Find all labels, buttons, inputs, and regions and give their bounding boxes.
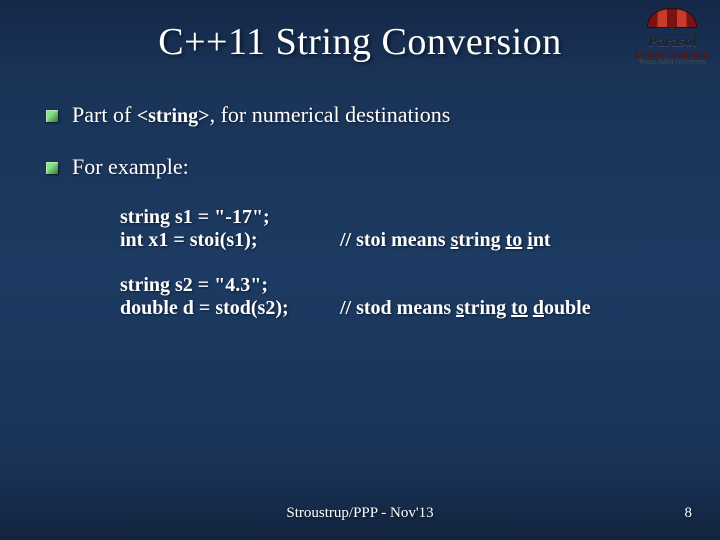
slide-content: Part of <string>, for numerical destinat… <box>0 64 720 320</box>
logo-affiliation: Texas A&M University <box>634 59 710 66</box>
logo-tagline: Smarter computing. <box>634 51 710 59</box>
bullet-icon <box>46 162 58 174</box>
code-block: string s1 = "-17"; int x1 = stoi(s1); //… <box>120 206 674 320</box>
page-number: 8 <box>685 505 693 522</box>
code-line: string s1 = "-17"; <box>120 206 674 229</box>
bullet-icon <box>46 110 58 122</box>
code-left: double d = stod(s2); <box>120 297 340 320</box>
code-left: int x1 = stoi(s1); <box>120 229 340 252</box>
bullet-item: Part of <string>, for numerical destinat… <box>46 102 674 128</box>
slide-title: C++11 String Conversion <box>0 0 720 64</box>
logo-brand: Parasol <box>634 35 710 51</box>
code-group-1: string s1 = "-17"; int x1 = stoi(s1); //… <box>120 206 674 252</box>
code-comment: // stoi means string to int <box>340 229 551 252</box>
code-line: string s2 = "4.3"; <box>120 274 674 297</box>
bullet-text: For example: <box>72 154 189 180</box>
code-left: string s2 = "4.3"; <box>120 274 340 297</box>
bullet-suffix: , for numerical destinations <box>210 102 451 127</box>
bullet-text: Part of <string>, for numerical destinat… <box>72 102 450 128</box>
logo: Parasol Smarter computing. Texas A&M Uni… <box>634 8 710 66</box>
code-line: int x1 = stoi(s1); // stoi means string … <box>120 229 674 252</box>
bullet-prefix: Part of <box>72 102 137 127</box>
code-comment: // stod means string to double <box>340 297 591 320</box>
footer-text: Stroustrup/PPP - Nov'13 <box>0 505 720 522</box>
bullet-item: For example: <box>46 154 674 180</box>
parasol-icon <box>642 8 702 34</box>
bullet-code: <string> <box>137 105 210 127</box>
code-group-2: string s2 = "4.3"; double d = stod(s2); … <box>120 274 674 320</box>
code-line: double d = stod(s2); // stod means strin… <box>120 297 674 320</box>
bullet-prefix: For example: <box>72 154 189 179</box>
code-left: string s1 = "-17"; <box>120 206 340 229</box>
